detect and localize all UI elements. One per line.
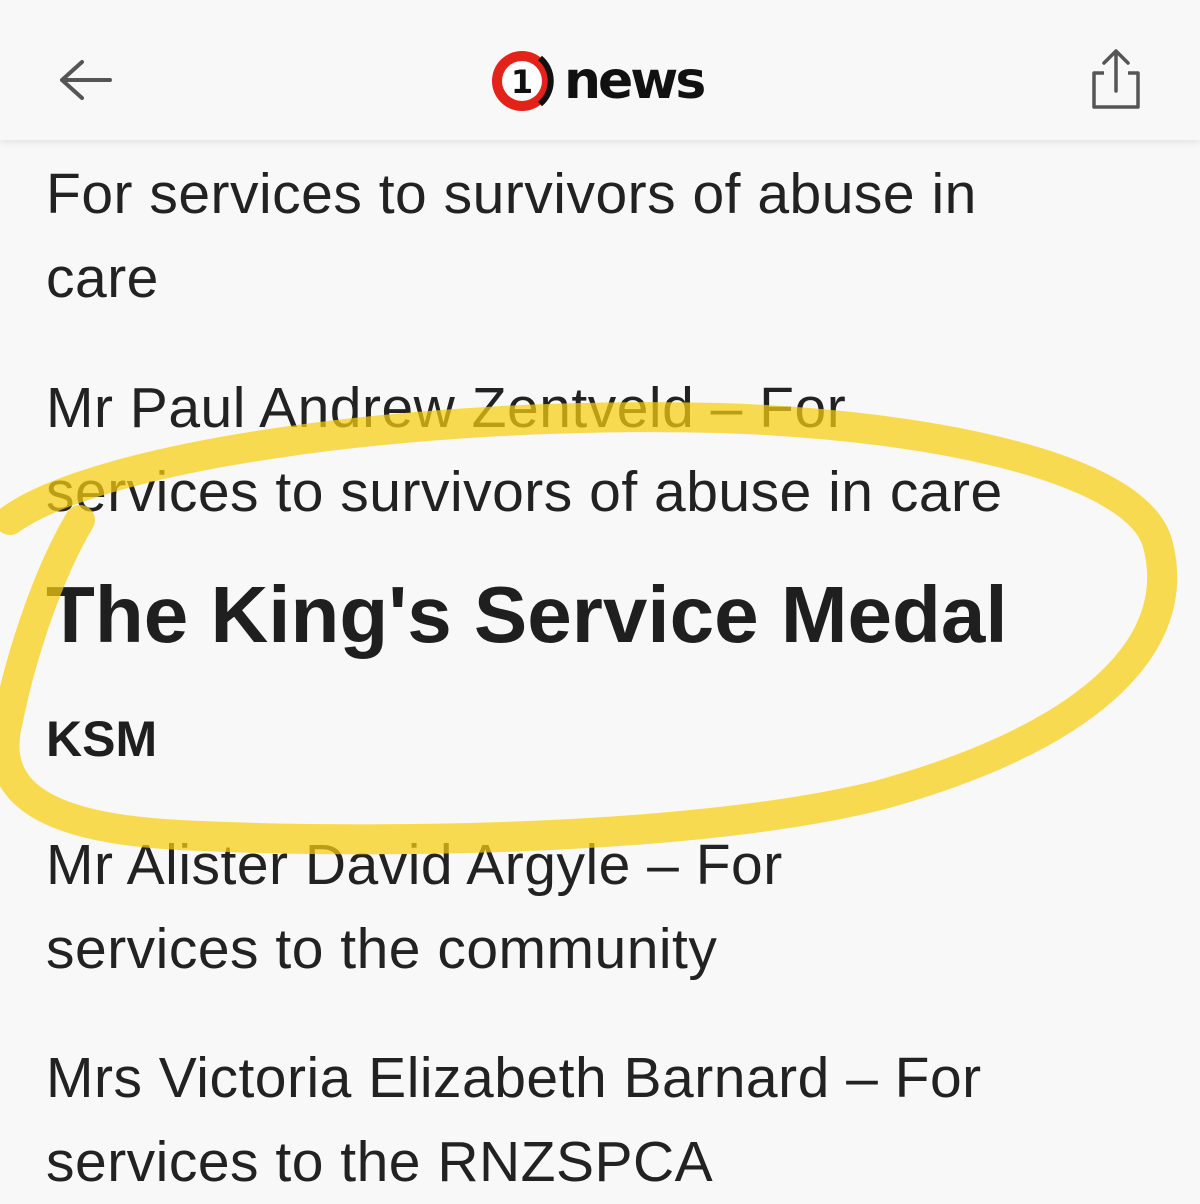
paragraph-3: Mr Alister David Argyle – For services t… bbox=[46, 823, 783, 991]
back-button[interactable] bbox=[40, 40, 128, 120]
paragraph-2-line-1: Mr Paul Andrew Zentveld – For bbox=[46, 376, 847, 440]
section-heading: The King's Service Medal bbox=[46, 570, 1008, 659]
paragraph-3-line-2: services to the community bbox=[46, 917, 718, 981]
paragraph-2-line-2: services to survivors of abuse in care bbox=[46, 460, 1003, 524]
paragraph-1: For services to survivors of abuse in ca… bbox=[46, 152, 977, 320]
paragraph-4-line-2: services to the RNZSPCA bbox=[46, 1130, 714, 1194]
paragraph-1-line-2: care bbox=[46, 246, 159, 310]
paragraph-2: Mr Paul Andrew Zentveld – For services t… bbox=[46, 366, 1003, 534]
1news-logo[interactable]: 1 news bbox=[488, 46, 706, 116]
section-subheading: KSM bbox=[46, 711, 158, 767]
arrow-left-icon bbox=[60, 60, 112, 100]
logo-mark: 1 bbox=[492, 51, 554, 111]
paragraph-4-line-1: Mrs Victoria Elizabeth Barnard – For bbox=[46, 1046, 982, 1110]
paragraph-3-line-1: Mr Alister David Argyle – For bbox=[46, 833, 783, 897]
logo-numeral: 1 bbox=[511, 63, 533, 101]
paragraph-1-line-1: For services to survivors of abuse in bbox=[46, 162, 977, 226]
app-header: 1 news bbox=[0, 0, 1200, 140]
share-icon bbox=[1092, 49, 1140, 109]
logo-wordmark: news bbox=[564, 51, 706, 111]
paragraph-4: Mrs Victoria Elizabeth Barnard – For ser… bbox=[46, 1036, 982, 1204]
share-button[interactable] bbox=[1080, 38, 1152, 120]
